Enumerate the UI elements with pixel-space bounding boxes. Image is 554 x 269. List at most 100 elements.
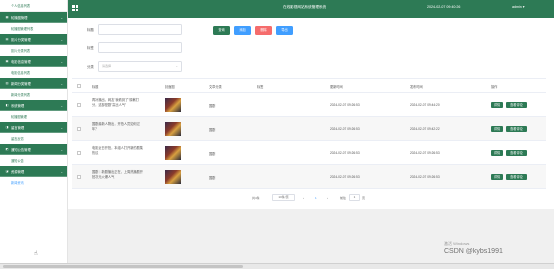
- cover-image: [165, 170, 181, 184]
- app-root: 个人信息列表 ▦ 轮播图管理 ⌄ 轮播图管理列表 ▤ 影片分类管理 ⌄ 影片分类列表 ▣ 电影信息…: [0, 0, 554, 269]
- view-button[interactable]: 详情: [491, 150, 503, 156]
- sidebar-item-5[interactable]: 留言反馈: [0, 133, 67, 144]
- scrollbar-thumb[interactable]: [3, 265, 243, 268]
- page-unit-label: 页: [362, 196, 366, 200]
- row-category: 国剧: [209, 176, 216, 180]
- select-all-checkbox[interactable]: [77, 84, 81, 88]
- table-header: 标题 封面图 文章分类 标签 更新时间 发布时间 操作: [72, 79, 546, 93]
- comment-button[interactable]: 查看评论: [506, 174, 527, 180]
- chevron-down-icon: ⌄: [60, 125, 63, 130]
- tag-filter-input[interactable]: [98, 42, 182, 53]
- row-updated: 2024-02-07 09:26:53: [330, 103, 360, 107]
- row-updated: 2024-02-07 09:26:53: [330, 127, 360, 131]
- row-published: 2024-02-07 09:26:53: [410, 151, 440, 155]
- export-button[interactable]: 导出: [276, 26, 293, 35]
- sidebar-item-3[interactable]: 新闻分类列表: [0, 89, 67, 100]
- sidebar-item-0[interactable]: 轮播图管理列表: [0, 23, 67, 34]
- row-title: 国剧｜新剧播出正在，上周热播剧开拍次元火爆人气: [92, 170, 143, 179]
- sidebar-group-label: 影片分类管理: [11, 37, 31, 42]
- mouse-cursor-icon: ☝: [34, 251, 38, 257]
- sidebar-group-5[interactable]: ◨ 留言管理 ⌄: [0, 122, 67, 133]
- sidebar-group-label: 新闻分类管理: [11, 81, 31, 86]
- delete-button[interactable]: 删除: [255, 26, 272, 35]
- comment-button[interactable]: 查看评论: [506, 126, 527, 132]
- category-select[interactable]: 请选择 ⌄: [98, 61, 182, 72]
- main-content: 标题 标签 分类 请选择 ⌄ 查询 添加 删除 导出 标题 封面图 文章分类 标签…: [68, 18, 554, 209]
- col-cover: 封面图: [165, 85, 175, 89]
- sidebar-group-label: 电影信息管理: [11, 59, 31, 64]
- table-row: 电影近日开拍，本组人打开新的剧集热议 国剧 2024-02-07 09:26:53 2…: [72, 141, 546, 165]
- row-published: 2024-02-07 09:26:53: [410, 175, 440, 179]
- sidebar-group-1[interactable]: ▤ 影片分类管理 ⌄: [0, 34, 67, 45]
- prev-page-icon[interactable]: ‹: [303, 196, 304, 200]
- row-published: 2024-02-07 09:44:20: [410, 103, 440, 107]
- sidebar-group-2[interactable]: ▣ 电影信息管理 ⌄: [0, 56, 67, 67]
- goto-input[interactable]: 1: [349, 194, 360, 201]
- row-checkbox[interactable]: [77, 103, 81, 107]
- chevron-down-icon: ⌄: [60, 15, 63, 20]
- page-number-current[interactable]: 1: [315, 196, 317, 200]
- pager-total: 共4条: [252, 196, 260, 200]
- sidebar: 个人信息列表 ▦ 轮播图管理 ⌄ 轮播图管理列表 ▤ 影片分类管理 ⌄ 影片分类列表 ▣ 电影信息…: [0, 0, 68, 263]
- col-tag: 标签: [257, 85, 264, 89]
- sidebar-item-profile[interactable]: 个人信息列表: [0, 0, 67, 12]
- title-filter-input[interactable]: [98, 24, 182, 35]
- category-placeholder: 请选择: [102, 64, 112, 68]
- comment-button[interactable]: 查看评论: [506, 150, 527, 156]
- sidebar-group-label: 轮播图管理: [11, 15, 28, 20]
- menu-icon: ◨: [5, 125, 9, 129]
- csdn-watermark: CSDN @kybs1991: [444, 248, 503, 255]
- menu-grid-icon[interactable]: [72, 5, 78, 11]
- tag-filter-label: 标签: [87, 46, 94, 50]
- sidebar-item-2[interactable]: 电影信息列表: [0, 67, 67, 78]
- row-checkbox[interactable]: [77, 151, 81, 155]
- chevron-down-icon: ⌄: [175, 64, 178, 68]
- col-updated: 更新时间: [330, 85, 343, 89]
- row-checkbox[interactable]: [77, 175, 81, 179]
- col-actions: 操作: [491, 85, 498, 89]
- view-button[interactable]: 详情: [491, 126, 503, 132]
- page-size-select[interactable]: 10条/页: [272, 194, 295, 201]
- table-row: 国剧｜新剧播出正在，上周热播剧开拍次元火爆人气国剧 2024-02-07 09:2…: [72, 165, 546, 189]
- row-title: 国剧最新人物出，开拍人员如何过年？: [92, 122, 140, 131]
- sidebar-group-label: 留言管理: [11, 125, 25, 130]
- current-time: 2024-02-07 09:40:26: [427, 5, 461, 9]
- sidebar-group-label: 资源管理: [11, 169, 25, 174]
- query-button[interactable]: 查询: [213, 26, 230, 35]
- sidebar-group-7[interactable]: ◪ 资源管理 ⌄: [0, 166, 67, 177]
- sidebar-group-6[interactable]: ◩ 通知公告管理 ⌄: [0, 144, 67, 155]
- row-category: 国剧: [209, 104, 216, 108]
- sidebar-item-7[interactable]: 新闻资讯: [0, 177, 67, 188]
- view-button[interactable]: 详情: [491, 174, 503, 180]
- add-button[interactable]: 添加: [234, 26, 251, 35]
- top-header: 在线影视网站系统管理系统 2024-02-07 09:40:26 admin ▾: [68, 0, 554, 18]
- row-title: 电影近日开拍，本组人打开新的剧集热议: [92, 146, 143, 155]
- sidebar-group-4[interactable]: ◧ 系统管理 ⌄: [0, 100, 67, 111]
- news-table: 标题 封面图 文章分类 标签 更新时间 发布时间 操作 再补播出，网友"我看到了…: [72, 78, 546, 189]
- menu-icon: ▦: [5, 15, 9, 19]
- goto-label: 前往: [340, 196, 347, 200]
- sidebar-group-0[interactable]: ▦ 轮播图管理 ⌄: [0, 12, 67, 23]
- chevron-down-icon: ⌄: [60, 37, 63, 42]
- menu-icon: ▣: [5, 59, 9, 63]
- sidebar-item-6[interactable]: 通知公告: [0, 155, 67, 166]
- horizontal-scrollbar[interactable]: [0, 263, 554, 269]
- row-checkbox[interactable]: [77, 127, 81, 131]
- row-category: 国剧: [209, 128, 216, 132]
- sidebar-item-4[interactable]: 轮播图管理: [0, 111, 67, 122]
- chevron-down-icon: ⌄: [60, 103, 63, 108]
- row-category: 国剧: [209, 152, 216, 156]
- view-button[interactable]: 详情: [491, 102, 503, 108]
- row-published: 2024-02-07 09:42:22: [410, 127, 440, 131]
- menu-icon: ▥: [5, 81, 9, 85]
- category-filter-label: 分类: [87, 65, 94, 69]
- cover-image: [165, 122, 181, 136]
- comment-button[interactable]: 查看评论: [506, 102, 527, 108]
- user-menu[interactable]: admin ▾: [512, 5, 525, 9]
- next-page-icon[interactable]: ›: [327, 196, 328, 200]
- sidebar-item-1[interactable]: 影片分类列表: [0, 45, 67, 56]
- col-category: 文章分类: [209, 85, 222, 89]
- sidebar-group-3[interactable]: ▥ 新闻分类管理 ⌄: [0, 78, 67, 89]
- chevron-down-icon: ⌄: [60, 81, 63, 86]
- chevron-down-icon: ⌄: [60, 59, 63, 64]
